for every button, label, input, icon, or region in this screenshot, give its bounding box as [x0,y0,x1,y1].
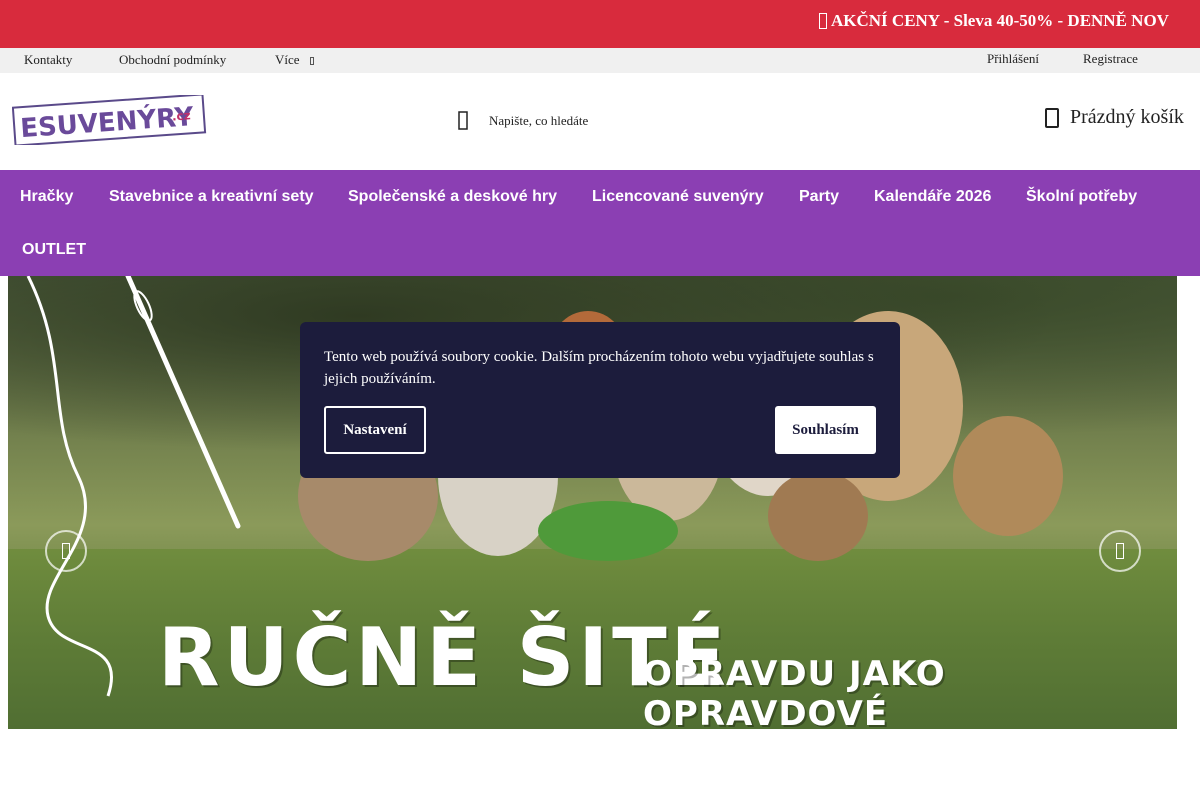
arrow-left-icon [62,543,70,559]
register-link[interactable]: Registrace [1083,51,1138,67]
more-menu[interactable]: Více [275,52,314,68]
main-nav: Hračky Stavebnice a kreativní sety Spole… [0,170,1200,276]
promo-message[interactable]: AKČNÍ CENY - Sleva 40-50% - DENNĚ NOV [819,11,1169,31]
cart-label: Prázdný košík [1070,106,1184,128]
nav-item-hracky[interactable]: Hračky [20,188,73,206]
chevron-down-icon [309,57,314,66]
next-slide-button[interactable] [1099,530,1141,572]
nav-item-outlet[interactable]: OUTLET [22,241,86,259]
login-link[interactable]: Přihlášení [987,51,1039,67]
logo-suffix: .cz [171,108,191,123]
more-menu-label: Více [275,52,300,67]
search-box [452,103,852,139]
banner-subline: OPRAVDU JAKO OPRAVDOVÉ [643,654,946,729]
arrow-right-icon [1116,543,1124,559]
link-kontakty[interactable]: Kontakty [24,52,72,68]
nav-item-skolni-potreby[interactable]: Školní potřeby [1026,188,1137,206]
nav-item-licencovane-suvenyry[interactable]: Licencované suvenýry [592,188,764,206]
nav-item-party[interactable]: Party [799,188,839,206]
promo-text: AKČNÍ CENY - Sleva 40-50% - DENNĚ NOV [831,11,1169,30]
nav-item-spolecenske-hry[interactable]: Společenské a deskové hry [348,188,557,206]
promo-bar: AKČNÍ CENY - Sleva 40-50% - DENNĚ NOV [0,0,1200,48]
cart-button[interactable]: Prázdný košík [1045,106,1184,129]
search-icon[interactable] [452,109,476,133]
nav-item-stavebnice[interactable]: Stavebnice a kreativní sety [109,188,314,206]
cookie-consent-dialog: Tento web používá soubory cookie. Dalším… [300,322,900,478]
cookie-settings-button[interactable]: Nastavení [324,406,426,454]
cookie-accept-button[interactable]: Souhlasím [775,406,876,454]
link-obchodni-podminky[interactable]: Obchodní podmínky [119,52,226,68]
site-header: ESUVENÝRY .cz Prázdný košík [0,73,1200,170]
search-input[interactable] [487,112,811,130]
promo-icon [819,13,827,29]
cart-icon [1045,107,1059,128]
prev-slide-button[interactable] [45,530,87,572]
site-logo[interactable]: ESUVENÝRY .cz [12,95,207,145]
nav-item-kalendare[interactable]: Kalendáře 2026 [874,188,991,206]
cookie-message: Tento web používá soubory cookie. Dalším… [324,349,874,387]
top-bar: Kontakty Obchodní podmínky Více Přihláše… [0,48,1200,73]
